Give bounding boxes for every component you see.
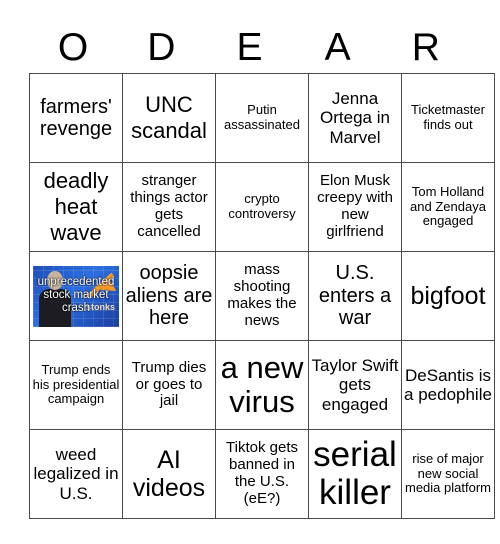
bingo-cell[interactable]: stranger things actor gets cancelled [122, 162, 216, 252]
board-row: farmers' revenge UNC scandal Putin assas… [29, 73, 495, 163]
header-letter-a: A [324, 26, 351, 69]
bingo-cell[interactable]: Tom Holland and Zendaya engaged [401, 162, 495, 252]
bingo-cell[interactable]: Trump ends his presidential campaign [29, 340, 123, 430]
bingo-cell[interactable]: U.S. enters a war [308, 251, 402, 341]
bingo-cell[interactable]: crypto controversy [215, 162, 309, 252]
bingo-cell-image[interactable]: stonks unprecedented stock market crash [29, 251, 123, 341]
board-row: deadly heat wave stranger things actor g… [29, 162, 495, 252]
bingo-cell[interactable]: Jenna Ortega in Marvel [308, 73, 402, 163]
bingo-header: O D E A R [29, 24, 470, 72]
bingo-board: farmers' revenge UNC scandal Putin assas… [29, 73, 495, 519]
bingo-cell[interactable]: Trump dies or goes to jail [122, 340, 216, 430]
bingo-cell[interactable]: AI videos [122, 429, 216, 519]
bingo-cell[interactable]: farmers' revenge [29, 73, 123, 163]
bingo-cell[interactable]: deadly heat wave [29, 162, 123, 252]
board-row: Trump ends his presidential campaign Tru… [29, 340, 495, 430]
bingo-cell[interactable]: serial killer [308, 429, 402, 519]
header-letter-e: E [236, 26, 263, 69]
bingo-cell[interactable]: bigfoot [401, 251, 495, 341]
header-letter-o: O [57, 26, 89, 69]
bingo-cell[interactable]: rise of major new social media platform [401, 429, 495, 519]
board-row: weed legalized in U.S. AI videos Tiktok … [29, 429, 495, 519]
bingo-cell[interactable]: Putin assassinated [215, 73, 309, 163]
bingo-cell[interactable]: weed legalized in U.S. [29, 429, 123, 519]
bingo-cell[interactable]: Tiktok gets banned in the U.S. (eE?) [215, 429, 309, 519]
bingo-cell[interactable]: a new virus [215, 340, 309, 430]
bingo-cell[interactable]: oopsie aliens are here [122, 251, 216, 341]
board-row: stonks unprecedented stock market crash … [29, 251, 495, 341]
bingo-cell[interactable]: Elon Musk creepy with new girlfriend [308, 162, 402, 252]
header-letter-d: D [147, 26, 176, 69]
bingo-cell[interactable]: mass shooting makes the news [215, 251, 309, 341]
bingo-cell[interactable]: Taylor Swift gets engaged [308, 340, 402, 430]
header-letter-r: R [411, 26, 440, 69]
stonks-meme-image: stonks unprecedented stock market crash [33, 265, 119, 327]
meme-caption: unprecedented stock market crash [37, 275, 115, 314]
bingo-cell[interactable]: DeSantis is a pedophile [401, 340, 495, 430]
bingo-cell[interactable]: UNC scandal [122, 73, 216, 163]
bingo-cell[interactable]: Ticketmaster finds out [401, 73, 495, 163]
